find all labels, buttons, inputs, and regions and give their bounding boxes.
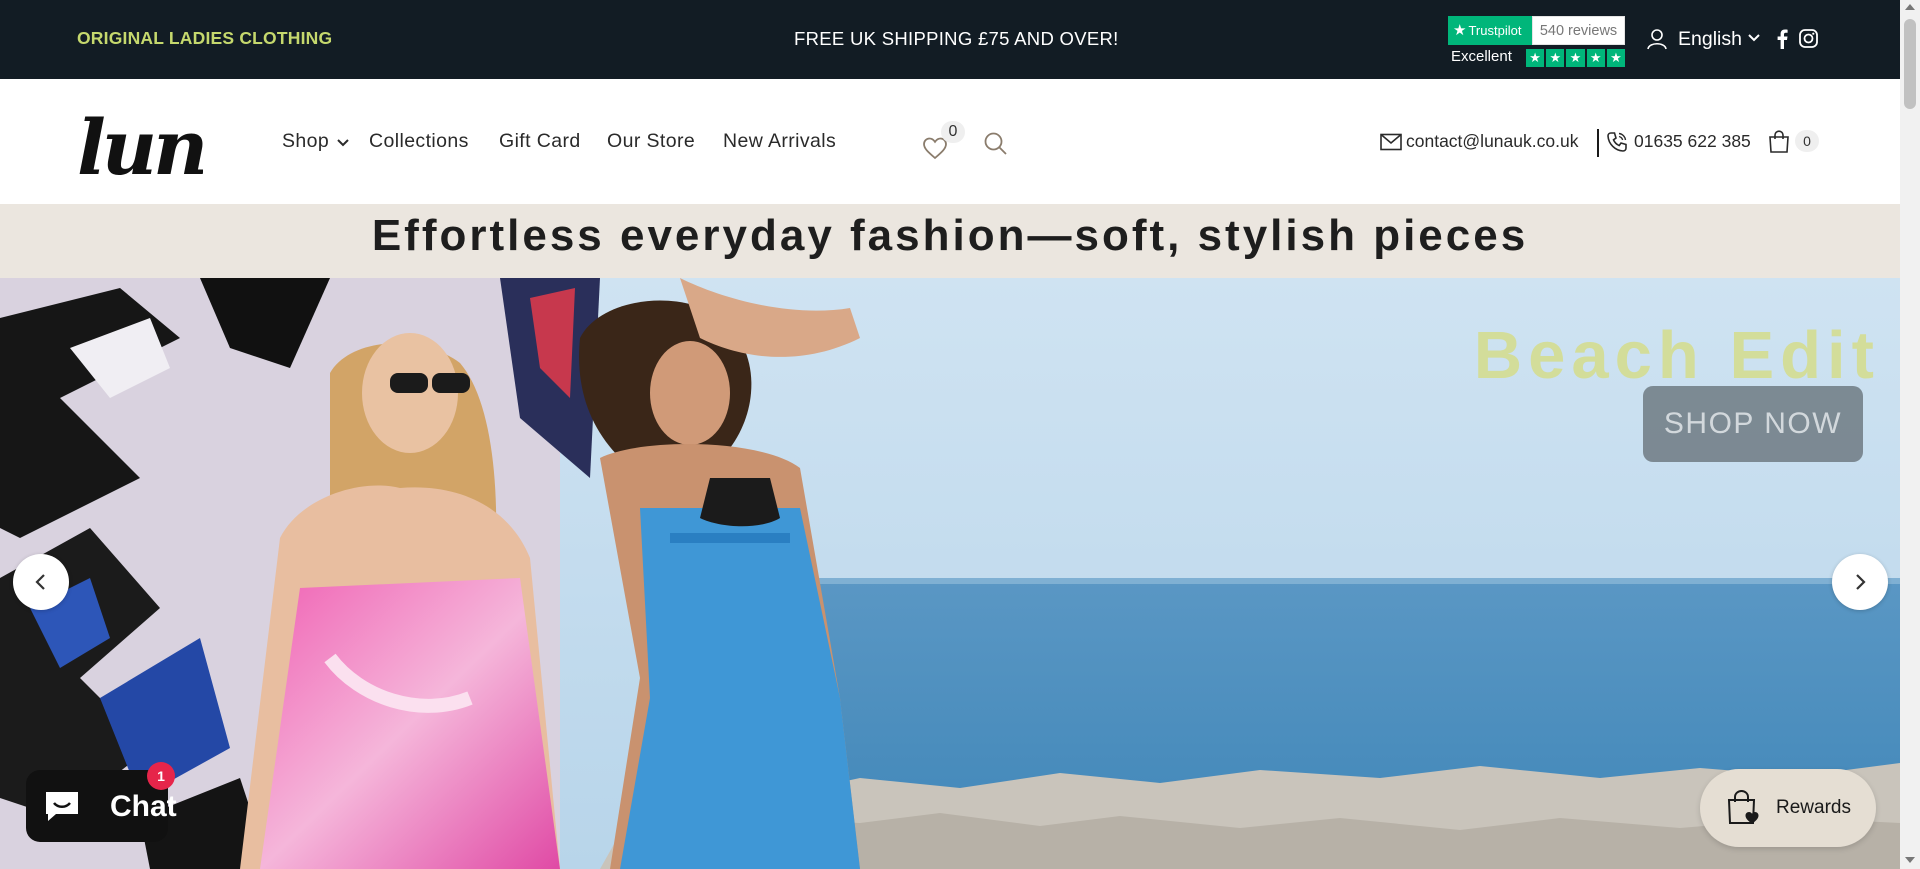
header-divider [1597, 129, 1599, 157]
user-icon[interactable] [1646, 28, 1668, 50]
scrollbar-thumb[interactable] [1904, 19, 1916, 109]
carousel-next-button[interactable] [1832, 554, 1888, 610]
nav-gift-card[interactable]: Gift Card [499, 130, 581, 153]
tagline-heading: Effortless everyday fashion—soft, stylis… [371, 211, 1529, 260]
hero-title: Beach Edit [1473, 318, 1880, 393]
shopping-bag-icon[interactable] [1768, 130, 1790, 153]
chat-button[interactable]: Chat 1 [26, 762, 177, 842]
rewards-label: Rewards [1776, 797, 1851, 818]
announcement-shipping-text: FREE UK SHIPPING £75 AND OVER! [794, 28, 1119, 49]
chat-label: Chat [110, 790, 177, 823]
shop-now-button[interactable]: SHOP NOW [1643, 386, 1863, 462]
star-icon: ★ [1546, 49, 1565, 67]
trustpilot-review-count: 540 reviews [1532, 16, 1625, 45]
nav-shop[interactable]: Shop [282, 130, 329, 153]
nav-collections[interactable]: Collections [369, 130, 469, 153]
chevron-down-icon[interactable] [1748, 32, 1760, 44]
phone-icon [1607, 132, 1627, 152]
instagram-icon[interactable] [1799, 29, 1818, 48]
star-icon: ★ [1566, 49, 1585, 67]
contact-phone-link[interactable]: 01635 622 385 [1634, 131, 1751, 152]
chat-bubble-icon [46, 792, 78, 821]
chat-unread-badge: 1 [147, 762, 175, 790]
nav-our-store[interactable]: Our Store [607, 130, 695, 153]
scroll-up-arrow-icon[interactable] [1905, 4, 1915, 10]
chevron-left-icon [35, 574, 45, 590]
logo-text: luna [77, 103, 203, 186]
star-icon: ★ [1606, 49, 1626, 67]
mail-icon [1380, 133, 1402, 151]
trustpilot-logo: ★ Trustpilot [1448, 16, 1532, 45]
luna-logo[interactable]: luna [75, 96, 203, 186]
rewards-button[interactable]: Rewards [1700, 769, 1876, 847]
announcement-bar: ORIGINAL LADIES CLOTHING FREE UK SHIPPIN… [0, 0, 1900, 79]
trustpilot-rating-label: Excellent [1451, 48, 1512, 65]
contact-email-link[interactable]: contact@lunauk.co.uk [1406, 131, 1578, 152]
search-icon[interactable] [983, 131, 1008, 156]
trustpilot-stars: ★ ★ ★ ★ ★ [1526, 49, 1626, 67]
chevron-down-icon[interactable] [337, 137, 349, 149]
language-selector[interactable]: English [1678, 28, 1742, 51]
trustpilot-badge[interactable]: ★ Trustpilot 540 reviews Excellent ★ ★ ★ … [1448, 16, 1626, 68]
carousel-prev-button[interactable] [13, 554, 69, 610]
trustpilot-star-icon: ★ [1453, 22, 1467, 39]
page: ORIGINAL LADIES CLOTHING FREE UK SHIPPIN… [0, 0, 1920, 869]
chevron-right-icon [1856, 574, 1866, 590]
facebook-icon[interactable] [1775, 29, 1789, 49]
scroll-down-arrow-icon[interactable] [1905, 857, 1915, 863]
announcement-left-text: ORIGINAL LADIES CLOTHING [77, 28, 333, 48]
cart-count: 0 [1795, 130, 1819, 152]
nav-new-arrivals[interactable]: New Arrivals [723, 130, 836, 153]
page-scrollbar[interactable] [1900, 0, 1920, 869]
star-icon: ★ [1586, 49, 1605, 67]
trustpilot-brand: Trustpilot [1468, 23, 1522, 38]
wishlist-count: 0 [941, 121, 965, 143]
star-icon: ★ [1526, 49, 1545, 67]
shopping-bag-heart-icon [1727, 789, 1759, 824]
